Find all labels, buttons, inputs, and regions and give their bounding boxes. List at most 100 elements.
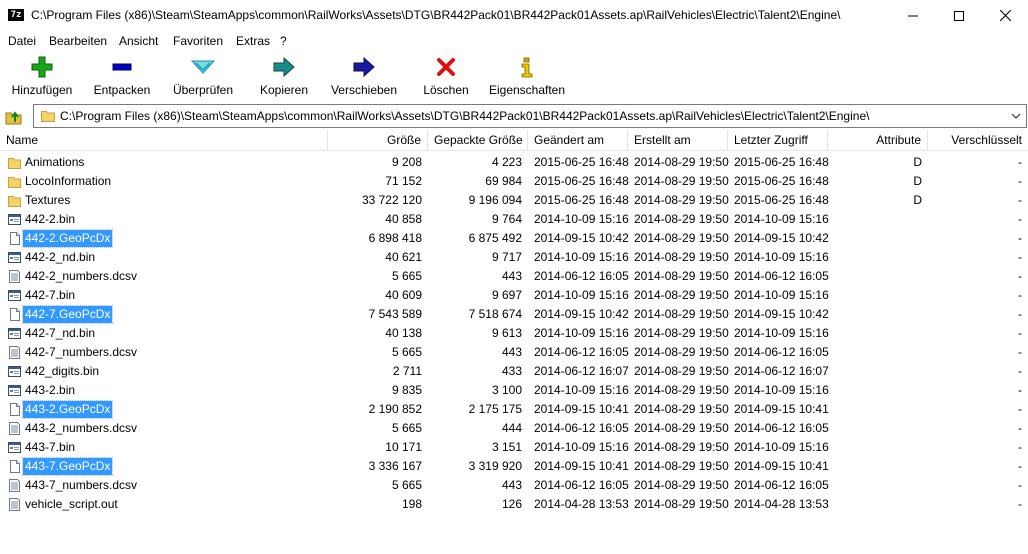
file-row[interactable]: 443-2_numbers.dcsv 5 665 444 2014-06-12 16:… bbox=[0, 419, 1028, 438]
file-modified: 2014-09-15 10:41 bbox=[534, 459, 629, 473]
file-modified: 2014-09-15 10:41 bbox=[534, 402, 629, 416]
menu-datei[interactable]: Datei bbox=[8, 34, 36, 48]
file-row[interactable]: LocoInformation 71 152 69 984 2015-06-25 16… bbox=[0, 172, 1028, 191]
properties-button[interactable]: Eigenschaften bbox=[487, 54, 567, 100]
file-modified: 2014-04-28 13:53 bbox=[534, 497, 629, 511]
menu-bearbeiten[interactable]: Bearbeiten bbox=[49, 34, 107, 48]
file-accessed: 2014-09-15 10:41 bbox=[734, 459, 829, 473]
file-name-cell[interactable]: 442-7_nd.bin bbox=[0, 324, 328, 343]
up-folder-button[interactable] bbox=[5, 107, 23, 125]
file-name-cell[interactable]: 443-2.bin bbox=[0, 381, 328, 400]
file-row[interactable]: 443-7_numbers.dcsv 5 665 443 2014-06-12 16:… bbox=[0, 476, 1028, 495]
file-row[interactable]: 442-7_numbers.dcsv 5 665 443 2014-06-12 16:… bbox=[0, 343, 1028, 362]
move-arrow-icon bbox=[328, 54, 400, 80]
file-name-cell[interactable]: 442-7.bin bbox=[0, 286, 328, 305]
bin-file-icon bbox=[8, 289, 21, 302]
file-name-cell[interactable]: 443-7.bin bbox=[0, 438, 328, 457]
file-name: 443-7.GeoPcDx bbox=[21, 457, 114, 476]
move-button[interactable]: Verschieben bbox=[328, 54, 400, 100]
delete-button[interactable]: Löschen bbox=[418, 54, 474, 100]
file-name-cell[interactable]: 442-7.GeoPcDx bbox=[0, 305, 328, 324]
file-row[interactable]: Textures 33 722 120 9 196 094 2015-06-25 16… bbox=[0, 191, 1028, 210]
file-name-cell[interactable]: LocoInformation bbox=[0, 172, 328, 191]
file-modified: 2014-06-12 16:05 bbox=[534, 421, 629, 435]
file-row[interactable]: 442-2_nd.bin 40 621 9 717 2014-10-09 15:16 2… bbox=[0, 248, 1028, 267]
file-encrypted: - bbox=[1018, 478, 1022, 492]
column-encrypted[interactable]: Verschlüsselt bbox=[928, 130, 1028, 151]
file-encrypted: - bbox=[1018, 383, 1022, 397]
column-created[interactable]: Erstellt am bbox=[628, 130, 728, 151]
path-field[interactable]: C:\Program Files (x86)\Steam\SteamApps\c… bbox=[33, 104, 1027, 128]
file-size: 2 190 852 bbox=[368, 402, 422, 416]
menu-ansicht[interactable]: Ansicht bbox=[119, 34, 158, 48]
file-packed-size: 9 196 094 bbox=[468, 193, 522, 207]
bin-file-icon bbox=[8, 251, 21, 264]
copy-button[interactable]: Kopieren bbox=[252, 54, 316, 100]
file-name-cell[interactable]: 442-2.bin bbox=[0, 210, 328, 229]
file-name-cell[interactable]: Textures bbox=[0, 191, 328, 210]
file-row[interactable]: 442-2.bin 40 858 9 764 2014-10-09 15:16 2014… bbox=[0, 210, 1028, 229]
menu-favoriten[interactable]: Favoriten bbox=[173, 34, 223, 48]
add-button[interactable]: Hinzufügen bbox=[6, 54, 78, 100]
test-button[interactable]: Überprüfen bbox=[166, 54, 240, 100]
file-name-cell[interactable]: 443-2.GeoPcDx bbox=[0, 400, 328, 419]
file-attributes bbox=[828, 476, 928, 495]
file-name-cell[interactable]: 442-2_nd.bin bbox=[0, 248, 328, 267]
file-attributes bbox=[828, 419, 928, 438]
file-attributes bbox=[828, 457, 928, 476]
file-row[interactable]: 442-2.GeoPcDx 6 898 418 6 875 492 2014-09-1… bbox=[0, 229, 1028, 248]
column-name[interactable]: Name bbox=[0, 130, 328, 151]
file-size: 6 898 418 bbox=[368, 231, 422, 245]
file-size: 9 208 bbox=[391, 155, 422, 169]
file-row[interactable]: 443-7.GeoPcDx 3 336 167 3 319 920 2014-09-1… bbox=[0, 457, 1028, 476]
file-name-cell[interactable]: 442_digits.bin bbox=[0, 362, 328, 381]
file-accessed: 2014-10-09 15:16 bbox=[734, 383, 829, 397]
file-row[interactable]: 443-2.GeoPcDx 2 190 852 2 175 175 2014-09-1… bbox=[0, 400, 1028, 419]
column-attributes[interactable]: Attribute bbox=[828, 130, 928, 151]
file-name-cell[interactable]: 442-2_numbers.dcsv bbox=[0, 267, 328, 286]
file-attributes bbox=[828, 210, 928, 229]
file-attributes bbox=[828, 286, 928, 305]
maximize-icon bbox=[954, 10, 964, 21]
file-row[interactable]: vehicle_script.out 198 126 2014-04-28 13:53… bbox=[0, 495, 1028, 514]
menu-extras[interactable]: Extras bbox=[236, 34, 270, 48]
file-row[interactable]: 442-7.bin 40 609 9 697 2014-10-09 15:16 2014… bbox=[0, 286, 1028, 305]
file-row[interactable]: Animations 9 208 4 223 2015-06-25 16:48 2014… bbox=[0, 153, 1028, 172]
file-name-cell[interactable]: 443-7.GeoPcDx bbox=[0, 457, 328, 476]
extract-button[interactable]: Entpacken bbox=[86, 54, 158, 100]
column-accessed[interactable]: Letzter Zugriff bbox=[728, 130, 828, 151]
file-name: 442-7.GeoPcDx bbox=[21, 305, 114, 324]
file-name-cell[interactable]: 443-2_numbers.dcsv bbox=[0, 419, 328, 438]
file-created: 2014-08-29 19:50 bbox=[634, 421, 729, 435]
file-name-cell[interactable]: Animations bbox=[0, 153, 328, 172]
file-packed-size: 7 518 674 bbox=[468, 307, 522, 321]
chevron-down-icon[interactable] bbox=[1010, 110, 1022, 122]
column-modified[interactable]: Geändert am bbox=[528, 130, 628, 151]
file-attributes bbox=[828, 324, 928, 343]
file-name-cell[interactable]: vehicle_script.out bbox=[0, 495, 328, 514]
minimize-icon bbox=[908, 15, 918, 16]
plus-icon bbox=[6, 54, 78, 80]
file-row[interactable]: 442-7.GeoPcDx 7 543 589 7 518 674 2014-09-1… bbox=[0, 305, 1028, 324]
column-size[interactable]: Größe bbox=[328, 130, 428, 151]
file-name: 443-7.bin bbox=[25, 440, 76, 454]
file-row[interactable]: 443-2.bin 9 835 3 100 2014-10-09 15:16 2014-… bbox=[0, 381, 1028, 400]
file-name-cell[interactable]: 443-7_numbers.dcsv bbox=[0, 476, 328, 495]
close-button[interactable] bbox=[982, 0, 1028, 31]
minimize-button[interactable] bbox=[890, 0, 936, 31]
maximize-button[interactable] bbox=[936, 0, 982, 31]
7zip-app-icon: 7z bbox=[8, 9, 24, 21]
menu-help[interactable]: ? bbox=[280, 34, 287, 48]
file-name-cell[interactable]: 442-2.GeoPcDx bbox=[0, 229, 328, 248]
file-name: 442-7_nd.bin bbox=[25, 326, 96, 340]
column-packed-size[interactable]: Gepackte Größe bbox=[428, 130, 528, 151]
file-row[interactable]: 442-7_nd.bin 40 138 9 613 2014-10-09 15:16 2… bbox=[0, 324, 1028, 343]
file-row[interactable]: 442_digits.bin 2 711 433 2014-06-12 16:07 20… bbox=[0, 362, 1028, 381]
move-label: Verschieben bbox=[330, 83, 398, 97]
file-encrypted: - bbox=[1018, 307, 1022, 321]
file-row[interactable]: 443-7.bin 10 171 3 151 2014-10-09 15:16 2014… bbox=[0, 438, 1028, 457]
text-file-icon bbox=[8, 270, 21, 283]
file-name-cell[interactable]: 442-7_numbers.dcsv bbox=[0, 343, 328, 362]
file-modified: 2014-10-09 15:16 bbox=[534, 212, 629, 226]
file-row[interactable]: 442-2_numbers.dcsv 5 665 443 2014-06-12 16:… bbox=[0, 267, 1028, 286]
